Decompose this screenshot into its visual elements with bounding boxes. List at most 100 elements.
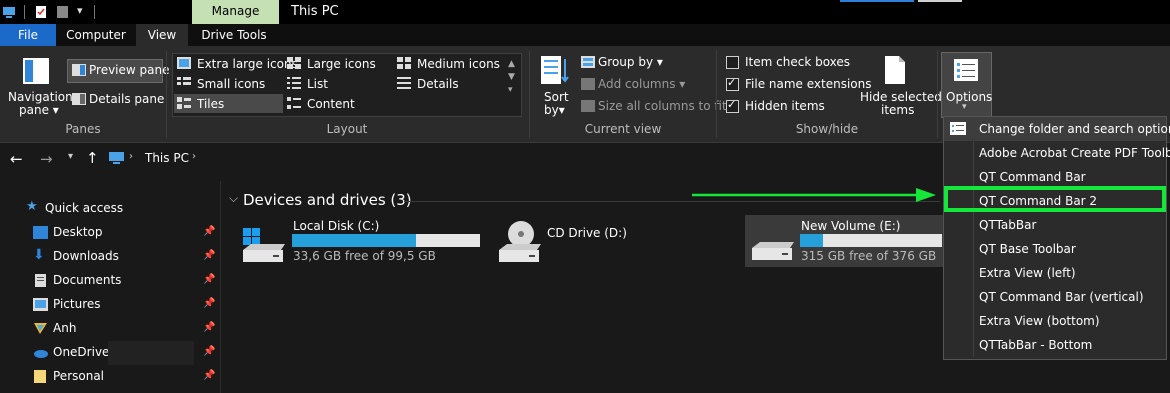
- section-header[interactable]: Devices and drives (3): [243, 191, 412, 209]
- file-name-extensions-checkbox[interactable]: [726, 76, 739, 91]
- menu-item-qttabbar[interactable]: QTTabBar: [944, 213, 1166, 237]
- pin-icon: 📌: [203, 298, 216, 309]
- download-icon: ⬇: [33, 247, 45, 263]
- navigation-pane-label[interactable]: Navigation: [8, 90, 73, 104]
- hide-selected-label[interactable]: Hide selected: [860, 90, 942, 104]
- layout-group-label: Layout: [326, 122, 368, 136]
- layout-medium-icons[interactable]: Medium icons: [417, 57, 500, 71]
- hide-selected-label-2[interactable]: items: [881, 103, 914, 117]
- current-view-group-label: Current view: [584, 122, 662, 136]
- breadcrumb-chevron-icon[interactable]: ›: [129, 151, 133, 162]
- tab-file[interactable]: File: [0, 24, 56, 46]
- menu-item-extra-view-bottom[interactable]: Extra View (bottom): [944, 309, 1166, 333]
- navigation-pane-label-2[interactable]: pane ▾: [19, 103, 59, 117]
- menu-item-extra-view-left[interactable]: Extra View (left): [944, 261, 1166, 285]
- sort-by-label-2[interactable]: by▾: [544, 103, 565, 117]
- layout-small-icons[interactable]: Small icons: [197, 77, 265, 91]
- new-folder-icon[interactable]: [56, 5, 70, 19]
- anh-folder-icon: [34, 323, 47, 334]
- window-title: This PC: [291, 4, 339, 19]
- pin-icon: 📌: [203, 346, 216, 357]
- up-arrow-icon[interactable]: ↑: [86, 149, 99, 167]
- customize-qa-icon[interactable]: ▾: [77, 4, 83, 17]
- nav-item-onedrive[interactable]: OneDrive 📌: [0, 341, 218, 365]
- pin-icon: 📌: [203, 322, 216, 333]
- forward-arrow-icon[interactable]: →: [40, 150, 53, 168]
- navigation-pane-icon: [23, 58, 49, 84]
- menu-item-qttabbar-bottom[interactable]: QTTabBar - Bottom: [944, 333, 1166, 357]
- pin-icon: 📌: [203, 226, 216, 237]
- section-collapse-chevron-icon[interactable]: ⌵: [229, 191, 238, 206]
- annotation-arrow: [692, 188, 936, 202]
- nav-item-documents[interactable]: Documents 📌: [0, 269, 218, 293]
- layout-extra-large-icons[interactable]: Extra large icons: [197, 57, 298, 71]
- group-by-button[interactable]: Group by ▾: [598, 55, 663, 69]
- show-hide-group-label: Show/hide: [795, 122, 859, 136]
- recent-locations-chevron-icon[interactable]: ▾: [68, 151, 73, 162]
- hidden-items-label: Hidden items: [745, 99, 825, 113]
- nav-item-quick-access[interactable]: ★ Quick access: [0, 197, 218, 221]
- tab-computer[interactable]: Computer: [56, 24, 136, 46]
- properties-icon[interactable]: [34, 5, 48, 19]
- breadcrumb-chevron-icon[interactable]: ›: [192, 151, 196, 162]
- nav-item-desktop[interactable]: Desktop 📌: [0, 221, 218, 245]
- this-pc-icon: [109, 152, 124, 164]
- layout-list[interactable]: List: [307, 77, 328, 91]
- add-columns-button[interactable]: Add columns ▾: [598, 77, 685, 91]
- qa-separator-icon: [94, 5, 95, 19]
- layout-content[interactable]: Content: [307, 97, 355, 111]
- menu-item-adobe-toolbar[interactable]: Adobe Acrobat Create PDF Toolbar: [944, 141, 1170, 165]
- new-volume-drive-icon: [752, 242, 794, 260]
- panes-group-label: Panes: [65, 122, 101, 136]
- nav-item-personal[interactable]: Personal 📌: [0, 365, 218, 389]
- desktop-icon: [33, 226, 48, 239]
- nav-item-downloads[interactable]: ⬇ Downloads 📌: [0, 245, 218, 269]
- redacted-area: [108, 341, 194, 365]
- details-pane-button[interactable]: Details pane: [89, 92, 164, 106]
- back-arrow-icon[interactable]: ←: [10, 150, 23, 168]
- breadcrumb-this-pc[interactable]: This PC: [145, 151, 189, 165]
- tab-manage[interactable]: Manage: [192, 0, 279, 24]
- menu-item-change-folder-options[interactable]: Change folder and search options: [944, 117, 1170, 141]
- add-columns-icon: [581, 78, 595, 90]
- drive-e-usage-bar: [800, 234, 942, 247]
- menu-item-qt-command-bar-vertical[interactable]: QT Command Bar (vertical): [944, 285, 1166, 309]
- drive-d-name: CD Drive (D:): [547, 226, 627, 240]
- computer-icon[interactable]: [2, 5, 16, 19]
- nav-label: Desktop: [53, 225, 103, 239]
- drive-e-name: New Volume (E:): [801, 219, 901, 233]
- documents-icon: [35, 274, 46, 287]
- options-menu: Change folder and search options Adobe A…: [943, 116, 1170, 360]
- group-by-icon: [581, 56, 595, 68]
- drive-e-free-space: 315 GB free of 376 GB: [801, 249, 937, 263]
- details-pane-icon[interactable]: [72, 93, 86, 105]
- menu-item-qt-base-toolbar[interactable]: QT Base Toolbar: [944, 237, 1166, 261]
- list-icon: [287, 77, 301, 89]
- nav-item-anh[interactable]: Anh 📌: [0, 317, 218, 341]
- size-all-columns-button[interactable]: Size all columns to fit: [598, 99, 727, 113]
- layout-details[interactable]: Details: [417, 77, 459, 91]
- item-check-boxes-checkbox[interactable]: [726, 56, 739, 69]
- drive-c-free-space: 33,6 GB free of 99,5 GB: [293, 249, 436, 263]
- layout-tiles[interactable]: Tiles: [197, 97, 224, 111]
- nav-label: OneDrive: [53, 345, 110, 359]
- cd-drive-icon: [499, 221, 541, 262]
- hidden-items-checkbox[interactable]: [726, 98, 739, 113]
- tab-view[interactable]: View: [136, 24, 188, 46]
- nav-label: Documents: [53, 273, 122, 287]
- pin-icon: 📌: [203, 250, 216, 261]
- sort-by-icon: [541, 56, 569, 84]
- size-columns-icon: [581, 100, 595, 112]
- tiles-icon: [177, 97, 191, 109]
- layout-scroll-arrows[interactable]: ▲ ▼ ▾: [508, 58, 515, 97]
- options-icon: [954, 59, 978, 81]
- item-check-boxes-label: Item check boxes: [745, 55, 851, 69]
- personal-folder-icon: [34, 370, 46, 383]
- ribbon-separator: [937, 50, 938, 138]
- nav-label: Downloads: [53, 249, 119, 263]
- sort-by-label[interactable]: Sort: [544, 90, 569, 104]
- nav-item-pictures[interactable]: Pictures 📌: [0, 293, 218, 317]
- ribbon-separator: [529, 50, 530, 138]
- tab-drive-tools[interactable]: Drive Tools: [188, 24, 280, 46]
- layout-large-icons[interactable]: Large icons: [307, 57, 376, 71]
